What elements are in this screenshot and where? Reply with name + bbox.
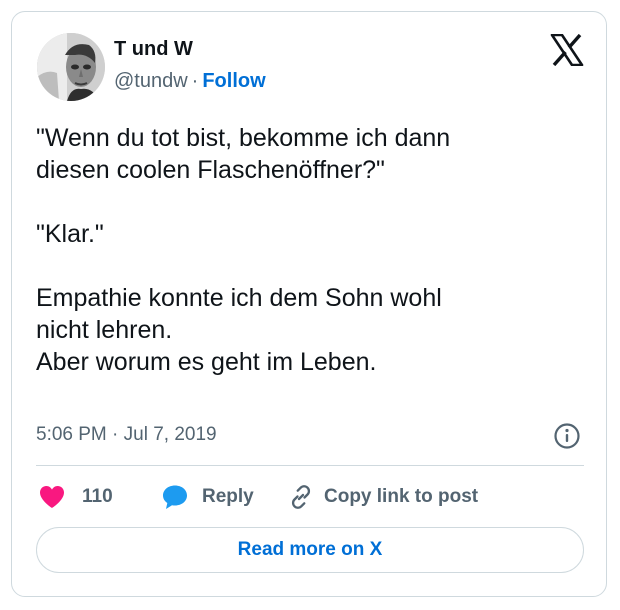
link-icon [291, 485, 311, 509]
author-handle-row: @tundw · Follow [114, 70, 266, 93]
like-count: 110 [82, 486, 113, 507]
speech-bubble-icon [163, 485, 187, 509]
author-name[interactable]: T und W [114, 38, 193, 61]
copy-link-label: Copy link to post [324, 486, 479, 507]
reply-label: Reply [202, 486, 254, 507]
read-more-button[interactable]: Read more on X [36, 527, 584, 573]
tweet-paragraph: "Wenn du tot bist, bekomme ich dann dies… [36, 124, 451, 184]
like-button[interactable]: 110 [39, 482, 113, 512]
tweet-text: "Wenn du tot bist, bekomme ich dann dies… [36, 122, 576, 378]
tweet-card: T und W @tundw · Follow "Wenn du tot bist,… [11, 11, 607, 597]
tweet-paragraph: Empathie konnte ich dem Sohn wohl nicht … [36, 284, 442, 376]
tweet-paragraph: "Klar." [36, 220, 104, 248]
reply-button[interactable]: Reply [162, 482, 254, 512]
x-logo-icon[interactable] [550, 33, 584, 67]
copy-link-button[interactable]: Copy link to post [288, 482, 478, 512]
handle-separator: · [191, 70, 199, 92]
author-handle[interactable]: @tundw [114, 70, 188, 92]
heart-icon [40, 486, 64, 508]
divider [36, 465, 584, 466]
info-icon[interactable] [553, 422, 581, 450]
avatar-photo [37, 33, 105, 101]
tweet-timestamp[interactable]: 5:06 PM · Jul 7, 2019 [36, 424, 217, 446]
avatar[interactable] [37, 33, 105, 101]
follow-button[interactable]: Follow [202, 70, 265, 92]
